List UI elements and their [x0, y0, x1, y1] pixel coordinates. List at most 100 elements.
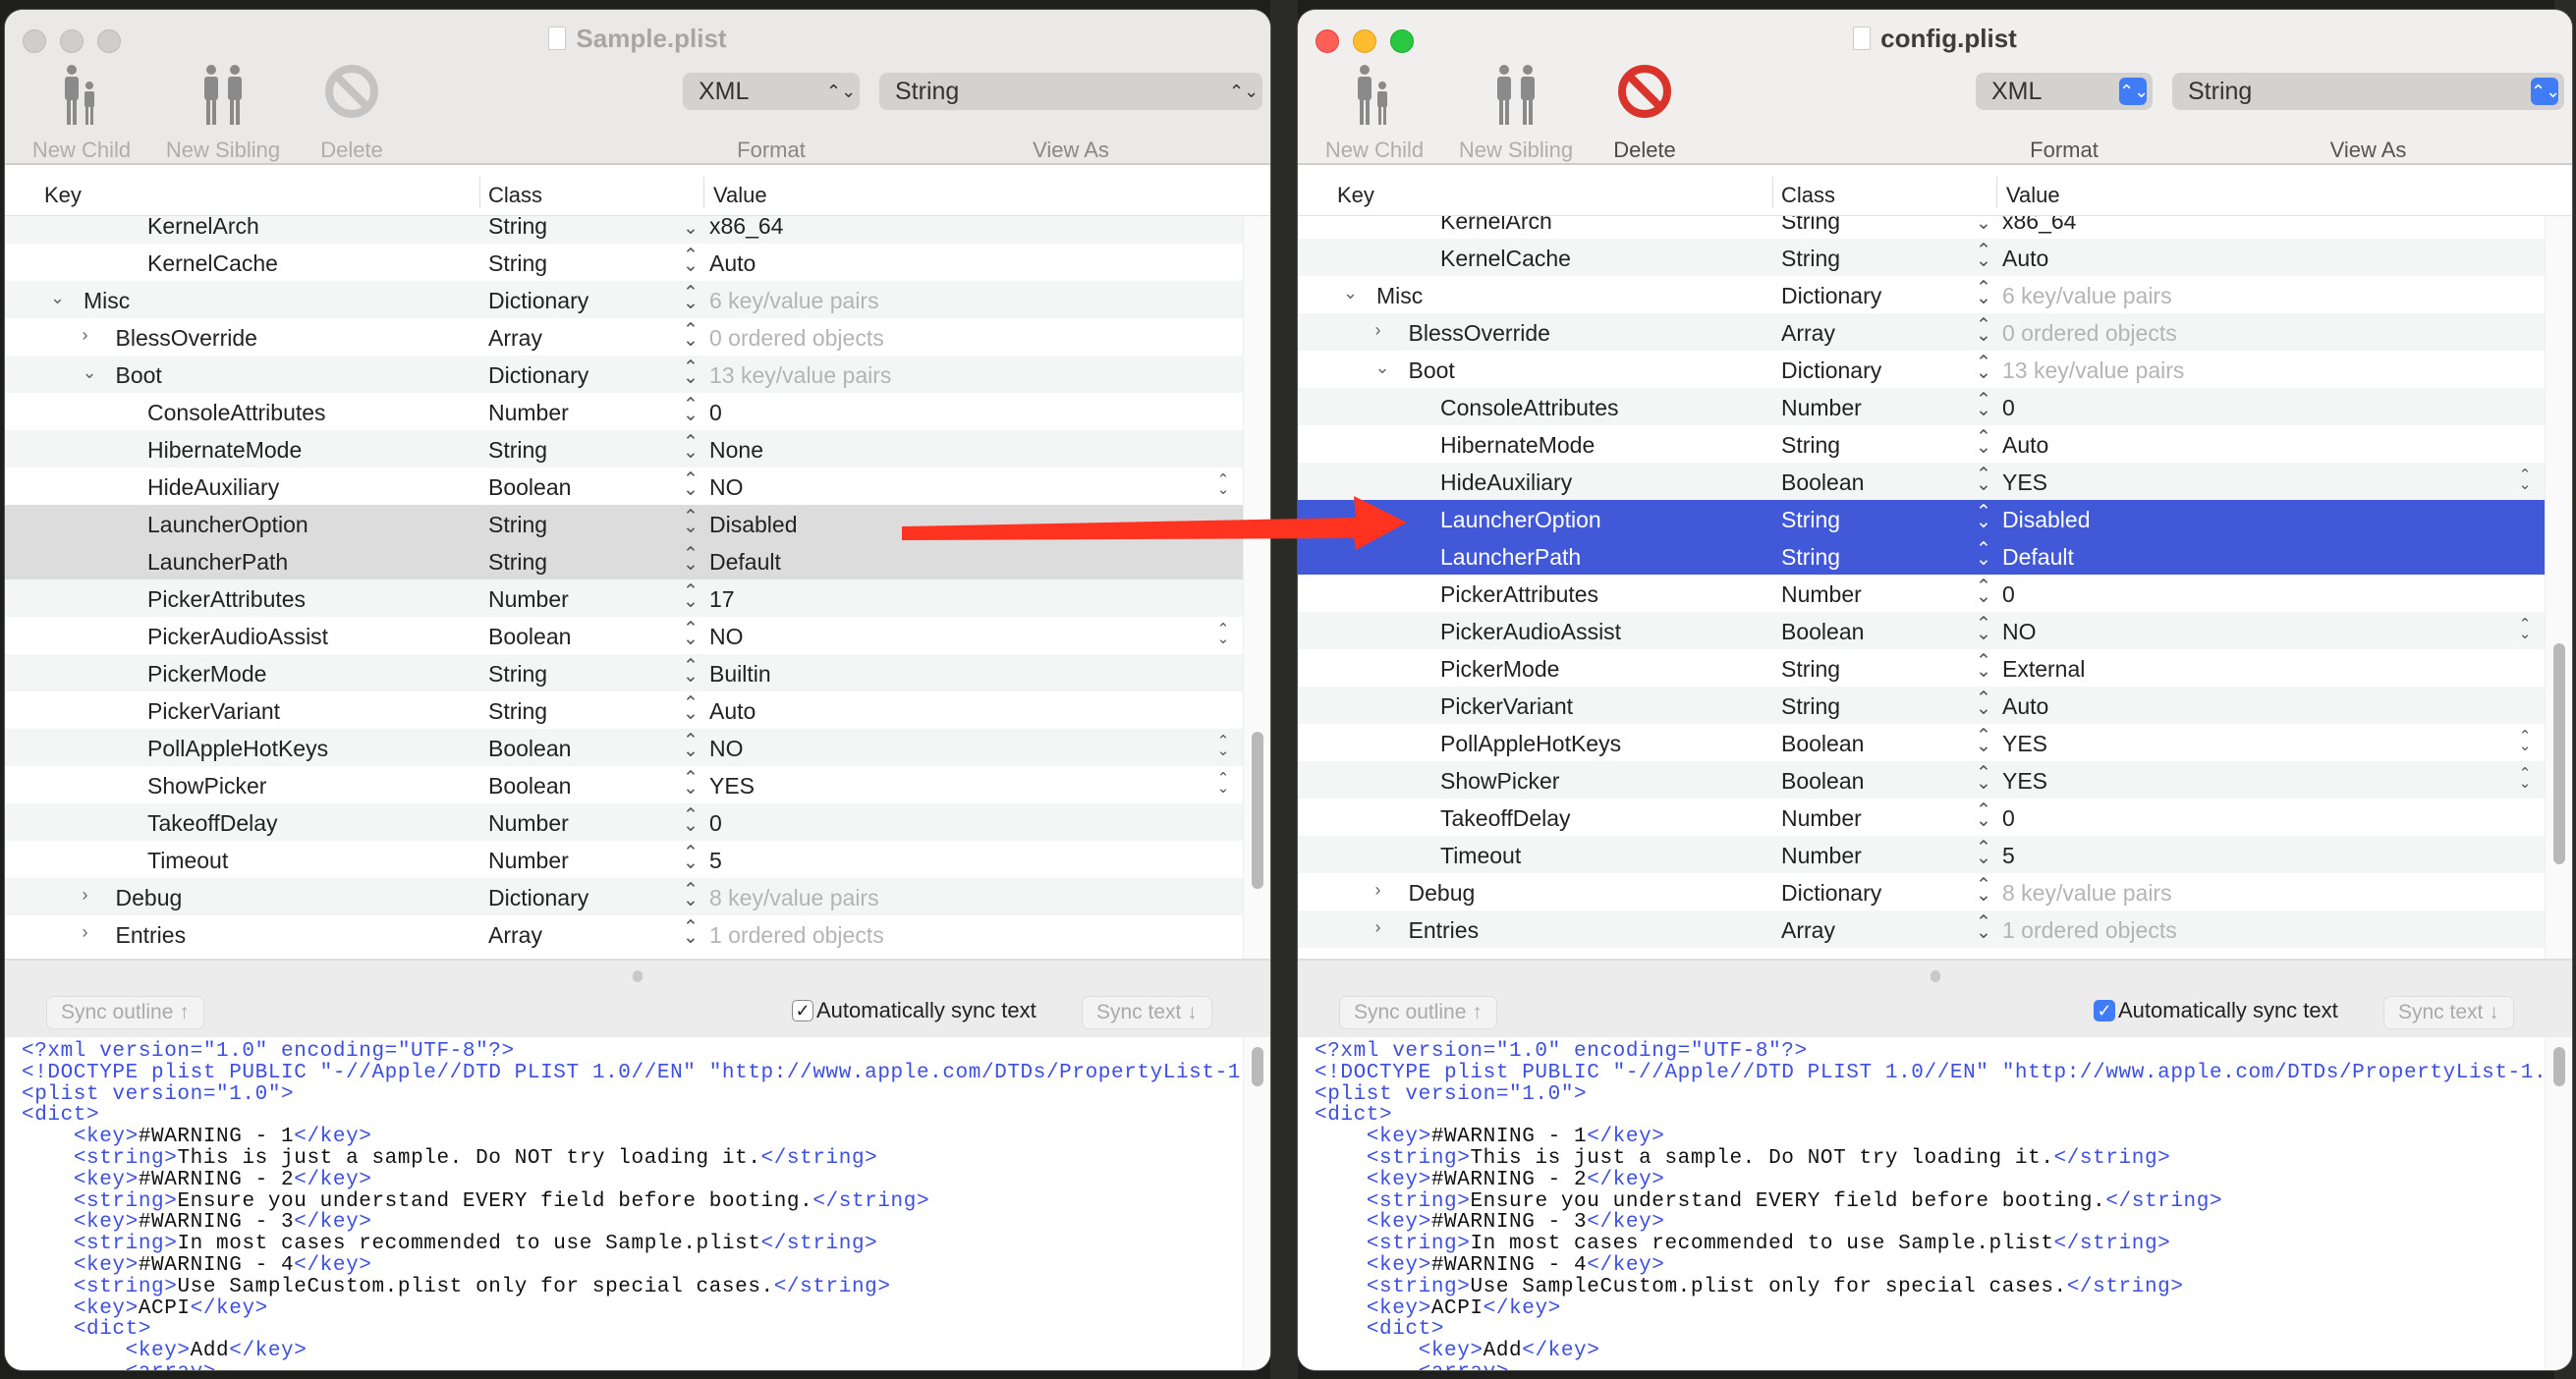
column-header-value[interactable]: Value: [2006, 183, 2060, 208]
chevron-right-icon[interactable]: ›: [83, 885, 88, 906]
value-popup-chevron-icon[interactable]: ⌃ ⌄: [2517, 617, 2533, 641]
row-class[interactable]: String: [1781, 544, 1840, 571]
row-value[interactable]: 0: [2002, 581, 2015, 608]
outline-row[interactable]: PickerAttributes Number ⌃ ⌄ 17: [5, 579, 1243, 617]
outline-row[interactable]: LauncherOption String ⌃ ⌄ Disabled: [1298, 500, 2545, 537]
outline-row[interactable]: LauncherPath String ⌃ ⌄ Default: [5, 542, 1243, 579]
row-value[interactable]: 1 ordered objects: [709, 922, 884, 949]
outline-row[interactable]: LauncherPath String ⌃ ⌄ Default: [1298, 537, 2545, 575]
chevron-right-icon[interactable]: ›: [1375, 320, 1381, 341]
split-handle[interactable]: [633, 970, 643, 982]
class-stepper-icon[interactable]: ⌃⌄: [683, 732, 699, 760]
row-class[interactable]: String: [488, 437, 547, 464]
chevron-down-icon[interactable]: ⌄: [50, 288, 65, 308]
outline-row[interactable]: › Debug Dictionary ⌃ ⌄ 8 key/value pairs: [1298, 873, 2545, 910]
column-header-class[interactable]: Class: [1781, 183, 1835, 208]
sync-outline-button[interactable]: Sync outline ↑: [46, 996, 204, 1029]
row-class[interactable]: Number: [488, 586, 569, 613]
row-value[interactable]: External: [2002, 656, 2085, 683]
format-popup[interactable]: XML ⌃⌄: [683, 73, 860, 110]
row-class[interactable]: Number: [1781, 395, 1862, 421]
row-class[interactable]: String: [1781, 656, 1840, 683]
class-stepper-icon[interactable]: ⌃⌄: [683, 582, 699, 611]
class-stepper-icon[interactable]: ⌃⌄: [1976, 216, 1991, 233]
column-header-key[interactable]: Key: [44, 183, 82, 208]
row-class[interactable]: Boolean: [1781, 619, 1864, 645]
row-value[interactable]: 6 key/value pairs: [2002, 283, 2172, 309]
value-popup-chevron-icon[interactable]: ⌃ ⌄: [1215, 622, 1231, 646]
chevron-right-icon[interactable]: ›: [83, 325, 88, 346]
row-value[interactable]: 0: [709, 400, 722, 426]
outline-row[interactable]: PollAppleHotKeys Boolean ⌃ ⌄ YES ⌃ ⌄: [1298, 724, 2545, 761]
outline-row[interactable]: Timeout Number ⌃ ⌄ 5: [1298, 836, 2545, 873]
row-value[interactable]: 0: [2002, 805, 2015, 832]
class-stepper-icon[interactable]: ⌃⌄: [1976, 428, 1991, 457]
class-stepper-icon[interactable]: ⌃⌄: [683, 806, 699, 835]
class-stepper-icon[interactable]: ⌃⌄: [683, 918, 699, 947]
outline-row[interactable]: PickerMode String ⌃ ⌄ Builtin: [5, 654, 1243, 691]
row-class[interactable]: Boolean: [1781, 469, 1864, 496]
column-header-key[interactable]: Key: [1337, 183, 1374, 208]
row-class[interactable]: Array: [1781, 320, 1835, 347]
row-value[interactable]: NO: [709, 736, 744, 762]
class-stepper-icon[interactable]: ⌃⌄: [1976, 839, 1991, 867]
row-value[interactable]: 5: [709, 848, 722, 874]
row-value[interactable]: Auto: [709, 250, 756, 277]
outline-row[interactable]: TakeoffDelay Number ⌃ ⌄ 0: [1298, 799, 2545, 836]
row-class[interactable]: Number: [488, 810, 569, 837]
row-class[interactable]: Number: [1781, 805, 1862, 832]
class-stepper-icon[interactable]: ⌃⌄: [1976, 503, 1991, 531]
row-class[interactable]: Boolean: [1781, 731, 1864, 757]
class-stepper-icon[interactable]: ⌃⌄: [1976, 466, 1991, 494]
row-value[interactable]: 8 key/value pairs: [709, 885, 879, 911]
auto-sync-checkbox[interactable]: ✓: [2094, 1000, 2115, 1021]
class-stepper-icon[interactable]: ⌃⌄: [1976, 242, 1991, 270]
text-scrollbar[interactable]: [2545, 1037, 2572, 1370]
class-stepper-icon[interactable]: ⌃⌄: [1976, 876, 1991, 905]
row-value[interactable]: Auto: [2002, 693, 2048, 720]
row-value[interactable]: Default: [709, 549, 781, 576]
class-stepper-icon[interactable]: ⌃⌄: [683, 396, 699, 424]
outline-row[interactable]: LauncherOption String ⌃ ⌄ Disabled: [5, 505, 1243, 542]
delete-button[interactable]: Delete: [283, 64, 420, 162]
column-header-value[interactable]: Value: [713, 183, 767, 208]
sync-text-button[interactable]: Sync text ↓: [2383, 996, 2514, 1029]
outline-row[interactable]: TakeoffDelay Number ⌃ ⌄ 0: [5, 803, 1243, 841]
chevron-down-icon[interactable]: ⌄: [1375, 358, 1390, 378]
outline-row[interactable]: ConsoleAttributes Number ⌃ ⌄ 0: [5, 393, 1243, 430]
outline-row[interactable]: ⌄ Misc Dictionary ⌃ ⌄ 6 key/value pairs: [1298, 276, 2545, 313]
row-value[interactable]: Disabled: [709, 512, 798, 538]
row-class[interactable]: Dictionary: [488, 885, 588, 911]
outline-row[interactable]: PickerVariant String ⌃ ⌄ Auto: [5, 691, 1243, 729]
outline-row[interactable]: PickerVariant String ⌃ ⌄ Auto: [1298, 687, 2545, 724]
class-stepper-icon[interactable]: ⌃⌄: [683, 657, 699, 686]
row-value[interactable]: 8 key/value pairs: [2002, 880, 2172, 907]
outline-scrollbar[interactable]: [2545, 216, 2572, 959]
row-value[interactable]: 5: [2002, 843, 2015, 869]
outline-row[interactable]: › BlessOverride Array ⌃ ⌄ 0 ordered objects: [5, 318, 1243, 356]
outline-row[interactable]: PickerMode String ⌃ ⌄ External: [1298, 649, 2545, 687]
auto-sync-checkbox[interactable]: ✓: [792, 1000, 813, 1021]
row-value[interactable]: None: [709, 437, 763, 464]
outline-row[interactable]: HideAuxiliary Boolean ⌃ ⌄ YES ⌃ ⌄: [1298, 463, 2545, 500]
class-stepper-icon[interactable]: ⌃⌄: [683, 216, 699, 238]
class-stepper-icon[interactable]: ⌃⌄: [1976, 615, 1991, 643]
chevron-right-icon[interactable]: ›: [1375, 917, 1381, 938]
outline-row[interactable]: KernelArch String ⌃⌄ x86_64: [1298, 216, 2545, 239]
row-class[interactable]: String: [1781, 693, 1840, 720]
row-value[interactable]: 0: [709, 810, 722, 837]
class-stepper-icon[interactable]: ⌃⌄: [683, 284, 699, 312]
class-stepper-icon[interactable]: ⌃⌄: [683, 844, 699, 872]
row-class[interactable]: String: [488, 250, 547, 277]
row-class[interactable]: String: [1781, 216, 1840, 235]
chevron-down-icon[interactable]: ⌄: [1343, 283, 1358, 303]
class-stepper-icon[interactable]: ⌃⌄: [683, 247, 699, 275]
format-popup[interactable]: XML ⌃⌄: [1976, 73, 2153, 110]
outline-row[interactable]: › Entries Array ⌃ ⌄ 1 ordered objects: [1298, 910, 2545, 948]
scrollbar-thumb[interactable]: [2553, 1047, 2565, 1086]
text-scrollbar[interactable]: [1243, 1037, 1270, 1370]
chevron-right-icon[interactable]: ›: [83, 922, 88, 943]
class-stepper-icon[interactable]: ⌃⌄: [1976, 764, 1991, 793]
value-popup-chevron-icon[interactable]: ⌃ ⌄: [1215, 734, 1231, 758]
scrollbar-thumb[interactable]: [1252, 732, 1263, 889]
